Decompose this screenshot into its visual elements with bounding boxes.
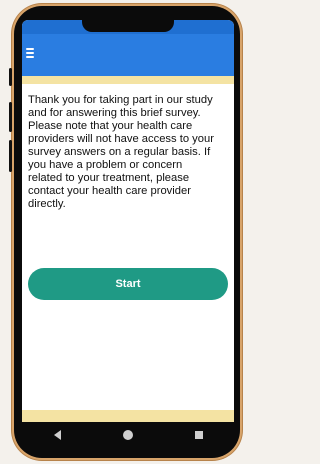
message-line: directly. bbox=[28, 198, 66, 210]
hamburger-menu-icon[interactable] bbox=[26, 48, 34, 58]
nav-back-button[interactable] bbox=[43, 425, 71, 445]
app-bar bbox=[22, 34, 234, 76]
nav-recents-button[interactable] bbox=[185, 425, 213, 445]
home-circle-icon bbox=[122, 430, 133, 440]
back-triangle-icon bbox=[53, 430, 61, 440]
message-line: you have a problem or concern bbox=[28, 159, 183, 171]
survey-intro-message: Thank you for taking part in our study a… bbox=[28, 94, 234, 211]
phone-side-button bbox=[9, 68, 12, 86]
android-navigation-bar bbox=[22, 422, 234, 448]
nav-home-button[interactable] bbox=[114, 425, 142, 445]
phone-volume-down-button bbox=[9, 140, 12, 172]
header-accent-strip bbox=[22, 76, 234, 84]
start-button[interactable]: Start bbox=[28, 268, 228, 300]
message-line: survey answers on a regular basis. If bbox=[28, 146, 211, 158]
recents-square-icon bbox=[194, 431, 203, 439]
phone-volume-up-button bbox=[9, 102, 12, 132]
message-line: providers will not have access to your bbox=[28, 133, 214, 145]
phone-screen: Thank you for taking part in our study a… bbox=[22, 20, 234, 422]
footer-accent-strip bbox=[22, 410, 234, 422]
camera-notch bbox=[82, 20, 174, 32]
message-line: Please note that your health care bbox=[28, 120, 193, 132]
message-line: related to your treatment, please bbox=[28, 172, 190, 184]
message-line: and for answering this brief survey. bbox=[28, 107, 201, 119]
message-line: Thank you for taking part in our study bbox=[28, 94, 213, 106]
message-line: contact your health care provider bbox=[28, 185, 191, 197]
